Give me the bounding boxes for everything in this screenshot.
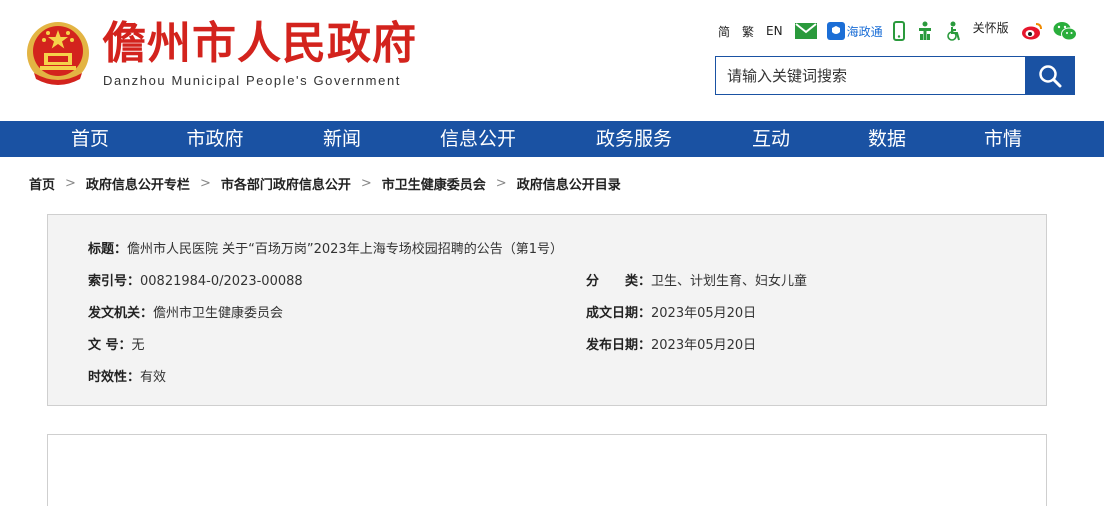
nav-item-city-info[interactable]: 市情 — [963, 121, 1043, 157]
mail-icon[interactable] — [794, 23, 817, 39]
accessibility-icon[interactable] — [915, 21, 935, 41]
english-link[interactable]: EN — [766, 24, 783, 38]
breadcrumb-item-health-commission[interactable]: 市卫生健康委员会 — [382, 174, 486, 193]
published-date-value: 2023年05月20日 — [651, 338, 757, 353]
weibo-icon[interactable] — [1021, 22, 1043, 40]
document-info-panel: 标题：儋州市人民医院 关于“百场万岗”2023年上海专场校园招聘的公告（第1号）… — [47, 214, 1047, 406]
nav-item-interaction[interactable]: 互动 — [731, 121, 811, 157]
breadcrumb-item-departments[interactable]: 市各部门政府信息公开 — [221, 174, 351, 193]
site-title[interactable]: 儋州市人民政府 — [102, 16, 417, 72]
info-row-validity: 时效性：有效 — [88, 366, 166, 385]
breadcrumb-item-catalog[interactable]: 政府信息公开目录 — [517, 174, 621, 193]
breadcrumb: 首页 > 政府信息公开专栏 > 市各部门政府信息公开 > 市卫生健康委员会 > … — [29, 173, 621, 193]
search-button[interactable] — [1025, 57, 1074, 94]
info-row-category: 分 类：卫生、计划生育、妇女儿童 — [586, 270, 807, 289]
nav-item-services[interactable]: 政务服务 — [584, 121, 684, 157]
site-header: 儋州市人民政府 Danzhou Municipal People's Gover… — [0, 0, 1104, 121]
issuer-label: 发文机关： — [88, 306, 154, 321]
document-content-panel — [47, 434, 1047, 506]
breadcrumb-separator: > — [495, 175, 507, 191]
index-value: 00821984-0/2023-00088 — [140, 274, 303, 289]
nav-item-info-disclosure[interactable]: 信息公开 — [428, 121, 528, 157]
published-date-label: 发布日期： — [586, 338, 652, 353]
header-toolbar: 简 繁 EN 海政通 关怀版 — [718, 18, 1087, 44]
info-row-title: 标题：儋州市人民医院 关于“百场万岗”2023年上海专场校园招聘的公告（第1号） — [88, 238, 563, 257]
breadcrumb-separator: > — [360, 175, 372, 191]
breadcrumb-item-disclosure-column[interactable]: 政府信息公开专栏 — [86, 174, 190, 193]
site-subtitle: Danzhou Municipal People's Government — [103, 73, 401, 88]
elderly-icon[interactable] — [945, 21, 963, 41]
nav-item-home[interactable]: 首页 — [50, 121, 130, 157]
simplified-chinese-link[interactable]: 简 — [718, 23, 730, 40]
haizhengtong-link[interactable]: 海政通 — [826, 22, 883, 40]
doc-number-label: 文 号： — [88, 338, 132, 353]
info-row-published: 发布日期：2023年05月20日 — [586, 334, 756, 353]
info-row-issuer: 发文机关：儋州市卫生健康委员会 — [88, 302, 283, 321]
issuer-value: 儋州市卫生健康委员会 — [153, 306, 284, 321]
wechat-icon[interactable] — [1053, 21, 1077, 41]
haizhengtong-label: 海政通 — [846, 24, 883, 39]
info-row-created: 成文日期：2023年05月20日 — [586, 302, 756, 321]
breadcrumb-separator: > — [199, 175, 211, 191]
validity-label: 时效性： — [88, 370, 141, 385]
created-date-label: 成文日期： — [586, 306, 652, 321]
mobile-icon[interactable] — [892, 21, 905, 41]
haizhengtong-icon — [826, 22, 845, 40]
category-label: 分 类： — [586, 274, 652, 289]
info-row-index: 索引号：00821984-0/2023-00088 — [88, 270, 303, 289]
breadcrumb-item-home[interactable]: 首页 — [29, 174, 55, 193]
title-label: 标题： — [88, 242, 128, 257]
validity-value: 有效 — [140, 370, 167, 385]
title-value: 儋州市人民医院 关于“百场万岗”2023年上海专场校园招聘的公告（第1号） — [127, 242, 563, 257]
nav-item-data[interactable]: 数据 — [847, 121, 927, 157]
breadcrumb-separator: > — [65, 175, 76, 191]
index-label: 索引号： — [88, 274, 141, 289]
info-row-docno: 文 号：无 — [88, 334, 145, 353]
search-icon — [1038, 64, 1061, 87]
created-date-value: 2023年05月20日 — [651, 306, 757, 321]
care-mode-link[interactable]: 关怀版 — [973, 19, 1009, 36]
main-nav: 首页 市政府 新闻 信息公开 政务服务 互动 数据 市情 — [0, 121, 1104, 157]
nav-item-news[interactable]: 新闻 — [302, 121, 382, 157]
search-box — [715, 56, 1075, 95]
search-input[interactable] — [716, 57, 1025, 94]
traditional-chinese-link[interactable]: 繁 — [742, 23, 754, 40]
national-emblem-icon[interactable] — [24, 17, 92, 89]
doc-number-value: 无 — [131, 338, 145, 353]
category-value: 卫生、计划生育、妇女儿童 — [651, 274, 808, 289]
nav-item-government[interactable]: 市政府 — [170, 121, 260, 157]
